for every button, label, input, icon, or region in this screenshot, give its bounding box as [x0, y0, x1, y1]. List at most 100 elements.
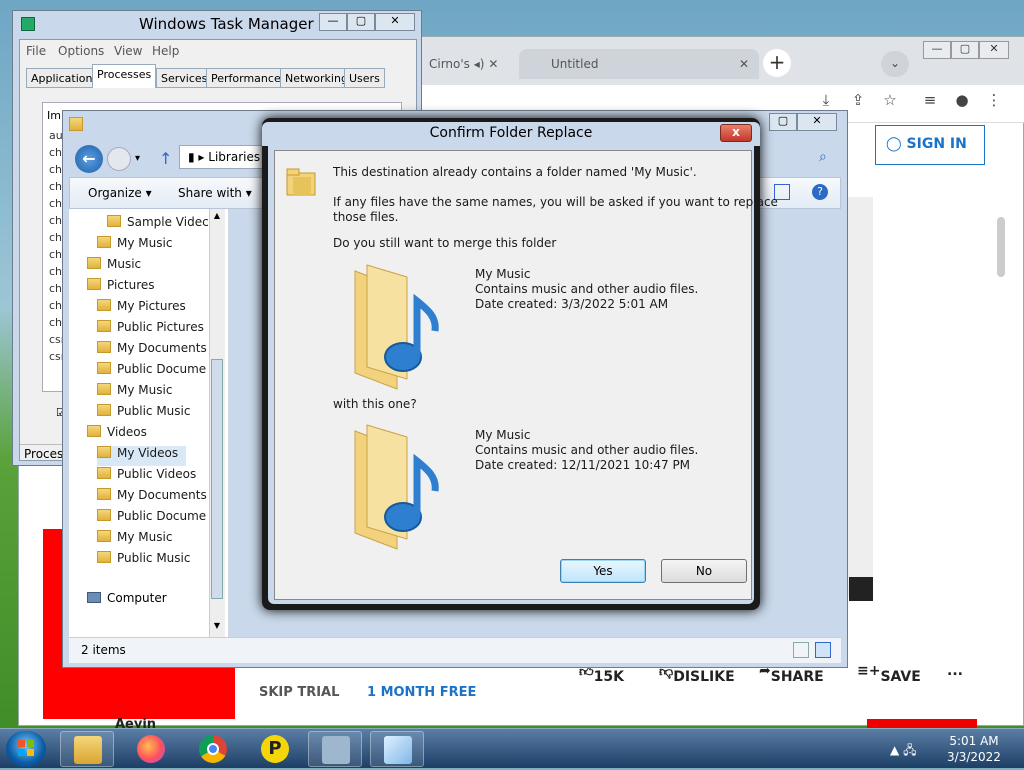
minimize-button[interactable]: — [923, 41, 951, 59]
close-button[interactable]: x [720, 124, 752, 142]
tree-item[interactable]: Public Videos [97, 467, 196, 487]
tree-item[interactable]: My Pictures [97, 299, 186, 319]
tree-item[interactable]: Public Docume [97, 362, 206, 382]
tab-performance[interactable]: Performance [206, 68, 286, 88]
up-arrow-icon[interactable]: ↑ [159, 149, 172, 168]
menu-help[interactable]: Help [152, 44, 179, 58]
menu-options[interactable]: Options [58, 44, 104, 58]
profile-avatar-icon[interactable]: ● [951, 91, 973, 113]
yes-button[interactable]: Yes [560, 559, 646, 583]
folder-icon [97, 362, 111, 374]
tab-close-icon[interactable]: ✕ [488, 57, 498, 71]
tree-item[interactable]: Videos [87, 425, 147, 445]
tree-item-label: Pictures [107, 278, 155, 292]
tree-item[interactable]: Pictures [87, 278, 155, 298]
breadcrumb-libraries[interactable]: Libraries [208, 150, 260, 164]
save-button[interactable]: ≡+ SAVE [857, 663, 921, 685]
folder-icon [97, 446, 111, 458]
system-tray[interactable]: ▲ 🖧︎ [890, 741, 916, 762]
maximize-button[interactable]: ▢ [769, 113, 797, 131]
organize-button[interactable]: Organize ▾ [88, 186, 152, 200]
p-app-taskbar-button[interactable]: P [248, 731, 302, 767]
minimize-button[interactable]: — [319, 13, 347, 31]
tree-item-label: Videos [107, 425, 147, 439]
month-free-button[interactable]: 1 MONTH FREE [367, 685, 476, 700]
windows-explorer-icon [74, 736, 102, 764]
back-button[interactable]: ← [75, 145, 103, 173]
tree-item[interactable]: My Music [97, 236, 172, 256]
share-icon[interactable]: ⇪ [847, 91, 869, 113]
tree-item-label: Public Docume [117, 509, 207, 523]
tree-item[interactable]: Sample Videc [107, 215, 209, 235]
share-with-button[interactable]: Share with ▾ [178, 186, 252, 200]
media-queue-icon[interactable]: ≡ [919, 91, 941, 113]
forward-button[interactable] [107, 147, 131, 171]
clock[interactable]: 5:01 AM 3/3/2022 [926, 733, 1022, 765]
folder1-date: Date created: 3/3/2022 5:01 AM [475, 297, 669, 311]
skip-trial-button[interactable]: SKIP TRIAL [259, 685, 339, 700]
help-icon[interactable]: ? [812, 184, 828, 200]
new-tab-button[interactable]: + [763, 49, 791, 77]
tree-item[interactable]: My Documents [97, 341, 207, 361]
task-manager-taskbar-button[interactable] [308, 731, 362, 767]
close-button[interactable]: ✕ [797, 113, 837, 131]
navigation-tree: Sample Videc My Music Music Pictures My Pict… [69, 209, 229, 639]
tree-item[interactable]: My Music [97, 383, 172, 403]
tree-item[interactable]: Music [87, 257, 141, 277]
tree-item[interactable]: Public Music [97, 404, 190, 424]
scroll-thumb[interactable] [211, 359, 223, 599]
tab-users[interactable]: Users [344, 68, 385, 88]
tree-item-label: Music [107, 257, 142, 271]
tree-item[interactable]: My Videos [97, 446, 187, 466]
firefox-taskbar-button[interactable] [124, 731, 178, 767]
folder-icon [97, 488, 111, 500]
page-scrollbar[interactable] [997, 217, 1005, 277]
tab-cirnos[interactable]: Cirno's ◂) ✕ [415, 49, 515, 79]
tree-item-label: Public Pictures [117, 320, 204, 334]
tab-services[interactable]: Services [156, 68, 213, 88]
tab-close-icon[interactable]: ✕ [739, 57, 749, 71]
network-icon[interactable]: 🖧︎ [903, 743, 916, 757]
notepad-taskbar-button[interactable] [370, 731, 424, 767]
chevron-down-icon[interactable]: ⌄ [881, 51, 909, 77]
menu-view[interactable]: View [114, 44, 142, 58]
windows-explorer-taskbar-button[interactable] [60, 731, 114, 767]
tree-item[interactable]: Public Music [97, 551, 190, 571]
recent-pages-dropdown[interactable]: ▾ [135, 153, 140, 164]
column-header-image[interactable]: Im [47, 109, 61, 122]
details-view-icon[interactable] [793, 642, 809, 658]
folder-warning-icon [283, 163, 319, 199]
tree-item[interactable]: Public Pictures [97, 320, 204, 340]
close-button[interactable]: ✕ [979, 41, 1009, 59]
sign-in-button[interactable]: ◯ SIGN IN [875, 125, 985, 165]
tab-untitled[interactable]: Untitled ✕ [519, 49, 759, 79]
tree-item[interactable]: Public Docume [97, 509, 206, 529]
list-item[interactable]: au [49, 129, 63, 142]
show-hidden-icons[interactable]: ▲ [890, 743, 899, 757]
more-actions-button[interactable]: ... [947, 663, 963, 679]
large-icons-view-icon[interactable] [815, 642, 831, 658]
maximize-button[interactable]: ▢ [347, 13, 375, 31]
save-label: SAVE [880, 669, 921, 685]
start-button[interactable] [6, 731, 46, 767]
tab-processes[interactable]: Processes [92, 64, 157, 88]
scroll-down-arrow[interactable]: ▼ [211, 621, 223, 633]
close-button[interactable]: ✕ [375, 13, 415, 31]
tree-item[interactable]: My Music [97, 530, 172, 550]
bookmark-star-icon[interactable]: ☆ [879, 91, 901, 113]
tree-item-label: My Music [117, 530, 173, 544]
maximize-button[interactable]: ▢ [951, 41, 979, 59]
share-label: SHARE [770, 669, 824, 685]
scroll-up-arrow[interactable]: ▲ [211, 211, 223, 223]
folder-icon [97, 467, 111, 479]
chrome-taskbar-button[interactable] [186, 731, 240, 767]
tree-scrollbar[interactable]: ▲ ▼ [209, 209, 225, 639]
tree-item[interactable]: My Documents [97, 488, 207, 508]
tree-item-computer[interactable]: Computer [87, 591, 217, 611]
menu-dots-icon[interactable]: ⋮ [983, 91, 1005, 113]
tab-networking[interactable]: Networking [280, 68, 353, 88]
no-button[interactable]: No [661, 559, 747, 583]
confirm-folder-replace-dialog: Confirm Folder Replace x This destinatio… [262, 118, 778, 610]
search-icon[interactable]: ⌕ [819, 149, 827, 165]
menu-file[interactable]: File [26, 44, 46, 58]
